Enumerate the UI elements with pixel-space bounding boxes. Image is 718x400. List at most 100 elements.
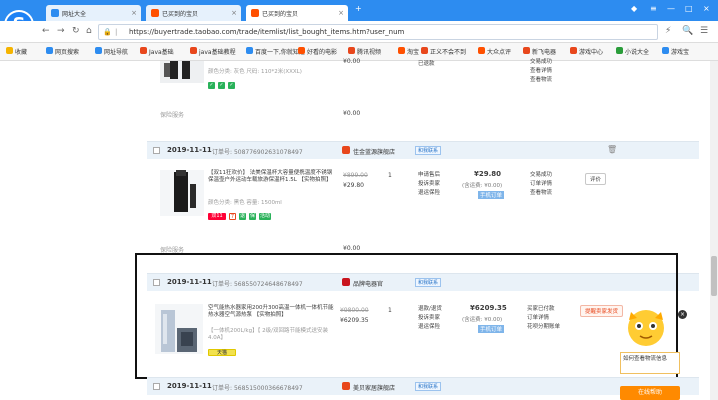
product-specs: 颜色分类: 灰色 尺码: 110*2米(XXXL) [208,69,302,75]
seven-day-tag: 7 [229,213,236,220]
home-icon[interactable]: ⌂ [86,26,92,36]
product-specs: 颜色分类: 黑色 容量: 1500ml [208,200,282,206]
order-number: 订单号: 508776902631078497 [212,149,303,156]
site-icon [51,9,59,17]
tab-title: 已买到的宝贝 [262,11,299,18]
bookmark-item[interactable]: 收藏 [6,47,27,56]
refund-label: 已退款 [418,61,435,67]
bookmark-item[interactable]: 游戏中心 [570,47,603,56]
order-header: 2019-11-11 订单号: 508776902631078497 佳金蓝源旗… [147,141,699,159]
order-checkbox[interactable] [153,147,160,154]
site-icon [46,47,53,54]
product-image[interactable] [160,170,204,216]
bookmark-item[interactable]: 网页搜索 [46,47,79,56]
order-header: 2019-11-11 订单号: 568515000366678497 美贝家居旗… [147,377,699,395]
rate-button[interactable]: 评价 [585,173,607,185]
tab-bar: 网址大全 × 已买到的宝贝 × 已买到的宝贝 × + ◆ ≡ — □ × [0,0,718,21]
product-image-graphic [174,170,196,212]
online-help-button[interactable]: 在线帮助 [620,386,680,400]
bookmark-item[interactable]: Java基础 [140,47,174,56]
product-name[interactable]: 【双11狂欢价】 法美保温杯大容量便携温度不锈钢保温壶户外运动车载旅游保温杯1.… [208,170,334,184]
bookmark-item[interactable]: 游戏宝 [662,47,689,56]
order-date: 2019-11-11 [167,382,212,390]
close-icon[interactable]: × [678,310,687,319]
shop-name[interactable]: 佳金蓝源旗舰店 [353,147,395,156]
bookmark-item[interactable]: 好看的电影 [298,47,337,56]
order-status: 交易成功 查看详情 查看物流 [530,59,553,83]
search-icon[interactable]: 🔍 [682,26,693,36]
tab-2[interactable]: 已买到的宝贝 × [146,5,241,21]
back-icon[interactable]: ← [42,26,50,36]
order-checkbox[interactable] [153,383,160,390]
contact-seller-button[interactable]: 和我联系 [415,146,442,155]
tab-title: 网址大全 [62,11,87,18]
url-text: https://buyertrade.taobao.com/trade/item… [129,28,405,36]
badge-icon: ✓ [228,82,235,89]
close-icon[interactable]: × [703,4,710,13]
tab-title: 已买到的宝贝 [162,11,199,18]
forward-icon[interactable]: → [57,26,65,36]
shop-icon [342,146,350,154]
bookmark-item[interactable]: 淘宝 [398,47,419,56]
order-number: 订单号: 568515000366678497 [212,385,303,392]
scroll-thumb[interactable] [711,256,717,296]
delete-icon[interactable]: 🗑 [607,145,617,154]
insurance-label: 保险服务 [160,112,185,119]
double11-tag: 双11 [208,213,226,220]
contact-seller-button[interactable]: 和我联系 [415,382,442,391]
bookmark-item[interactable]: 小说大全 [616,47,649,56]
bookmark-item[interactable]: 网址导航 [95,47,128,56]
taobao-icon [151,9,159,17]
order-total: ¥29.80 [474,170,502,178]
mascot-icon[interactable] [619,300,674,355]
bookmark-item[interactable]: 正义不会不到 [421,47,466,56]
badge-icon: ✓ [218,82,225,89]
site-icon [570,47,577,54]
bookmark-item[interactable]: java基础教程 [190,47,236,56]
bookmark-item[interactable]: 大众点评 [478,47,511,56]
refresh-icon[interactable]: ↻ [72,26,80,36]
minimize-icon[interactable]: — [667,4,675,13]
close-icon[interactable]: × [338,9,344,17]
site-icon [398,47,405,54]
bookmark-item[interactable]: 新飞电器 [523,47,556,56]
site-icon [478,47,485,54]
extension-icon[interactable]: ☰ [700,26,708,36]
close-icon[interactable]: × [231,9,237,17]
help-tip[interactable]: 如何查看物流信息 [620,352,680,374]
product-image[interactable] [160,61,204,83]
pay-method: 手机订单 [478,191,505,199]
badge-icon: ✓ [208,82,215,89]
taobao-icon [251,9,259,17]
tab-1[interactable]: 网址大全 × [46,5,141,21]
item-price: ¥29.80 [343,182,364,189]
new-tab-icon[interactable]: + [355,4,362,13]
close-icon[interactable]: × [131,9,137,17]
site-icon [662,47,669,54]
shop-name[interactable]: 美贝家居旗舰店 [353,383,395,392]
site-icon [523,47,530,54]
order-date: 2019-11-11 [167,146,212,154]
maximize-icon[interactable]: □ [685,4,693,13]
menu-icon[interactable]: ≡ [650,4,657,13]
service-links: 申请售后 投诉卖家 退运保险 [418,172,441,196]
bookmark-item[interactable]: 百度一下,你就知道 [246,47,305,56]
bookmark-item[interactable]: 腾讯视频 [348,47,381,56]
scrollbar[interactable] [710,61,718,400]
site-icon [616,47,623,54]
site-icon [298,47,305,54]
site-icon [140,47,147,54]
separator-icon: | [115,28,118,36]
original-price: ¥899.00 [343,172,368,179]
product-image-graphic [164,61,190,79]
activity-tag: 活动 [259,213,271,220]
skin-icon[interactable]: ◆ [631,4,637,13]
return-tag: 退 [239,213,246,220]
url-field[interactable]: 🔒 | https://buyertrade.taobao.com/trade/… [98,24,658,40]
tab-3[interactable]: 已买到的宝贝 × [246,5,348,21]
insurance-price: ¥0.00 [343,245,361,252]
order-status: 交易成功 订单详情 查看物流 [530,172,553,196]
site-icon [348,47,355,54]
lightning-icon[interactable]: ⚡ [665,26,671,36]
insurance-price: ¥0.00 [343,110,361,117]
